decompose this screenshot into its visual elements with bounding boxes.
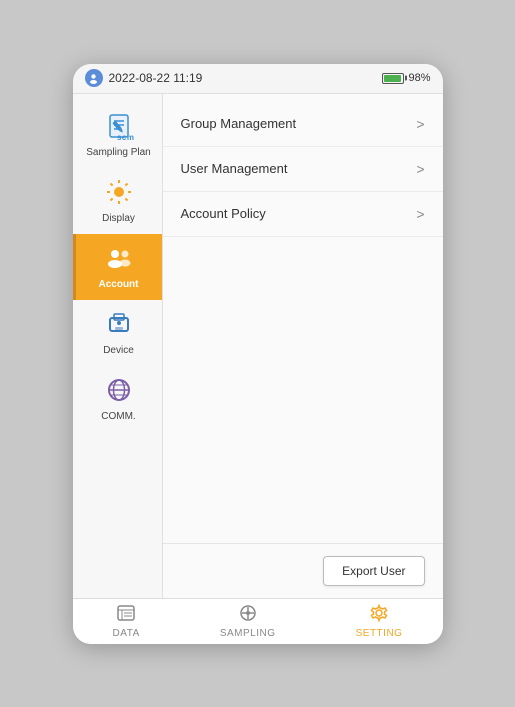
right-panel: Group Management > User Management > Acc… [163,94,443,598]
setting-nav-icon [370,604,388,627]
menu-item-group-management[interactable]: Group Management > [163,102,443,147]
menu-item-user-management-label: User Management [181,161,288,176]
bottom-nav-sampling[interactable]: SAMPLING [208,600,288,643]
battery-fill [384,75,400,82]
sidebar-item-display-label: Display [102,213,135,224]
data-nav-icon [117,604,135,627]
battery-body [382,73,404,84]
sidebar-item-account-label: Account [99,279,139,290]
sidebar-item-device[interactable]: Device [73,300,162,366]
sidebar-item-account[interactable]: Account [73,234,162,300]
bottom-nav-data-label: DATA [113,628,140,639]
sampling-nav-icon [239,604,257,627]
main-content: scm Sampling Plan [73,94,443,598]
status-bar-left: 2022-08-22 11:19 [85,69,203,87]
sidebar-item-sampling-plan-label: Sampling Plan [86,147,150,158]
sidebar-item-comm-label: COMM. [101,411,135,422]
display-icon [105,178,133,210]
menu-item-account-policy-arrow: > [416,206,424,222]
menu-item-group-management-label: Group Management [181,116,297,131]
export-area: Export User [163,543,443,598]
status-bar: 2022-08-22 11:19 98% [73,64,443,94]
menu-item-account-policy[interactable]: Account Policy > [163,192,443,237]
sidebar-item-sampling-plan[interactable]: scm Sampling Plan [73,98,162,168]
battery-percentage: 98% [408,72,430,84]
status-bar-right: 98% [382,72,430,84]
device-icon [105,310,133,342]
menu-item-user-management-arrow: > [416,161,424,177]
active-indicator [159,234,162,300]
battery-icon [382,73,404,84]
bottom-nav-setting[interactable]: SETTING [344,600,415,643]
scm-label: scm [117,133,135,142]
user-avatar-icon [85,69,103,87]
sidebar-item-device-label: Device [103,345,134,356]
menu-list: Group Management > User Management > Acc… [163,94,443,543]
comm-icon [105,376,133,408]
bottom-nav-data[interactable]: DATA [101,600,152,643]
export-user-button[interactable]: Export User [323,556,424,586]
bottom-nav: DATA SAMPLING SE [73,598,443,644]
bottom-nav-sampling-label: SAMPLING [220,628,276,639]
menu-item-user-management[interactable]: User Management > [163,147,443,192]
sidebar: scm Sampling Plan [73,94,163,598]
sidebar-item-comm[interactable]: COMM. [73,366,162,432]
scm-icon-wrap: scm [101,108,137,144]
sidebar-item-display[interactable]: Display [73,168,162,234]
bottom-nav-setting-label: SETTING [356,628,403,639]
account-icon [105,244,133,276]
menu-item-group-management-arrow: > [416,116,424,132]
device-frame: 2022-08-22 11:19 98% [73,64,443,644]
menu-item-account-policy-label: Account Policy [181,206,266,221]
status-time: 2022-08-22 11:19 [109,71,203,85]
